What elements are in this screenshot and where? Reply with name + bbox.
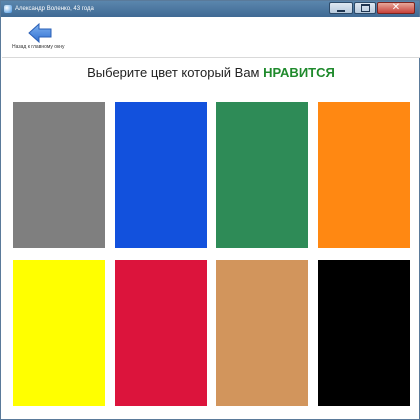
color-swatch[interactable] xyxy=(216,260,308,406)
toolbar: Назад к главному окну xyxy=(2,17,420,58)
maximize-icon xyxy=(355,3,375,13)
close-button[interactable]: ✕ xyxy=(377,2,415,14)
color-swatch[interactable] xyxy=(114,260,207,406)
page-title: Выберите цвет который Вам НРАВИТСЯ xyxy=(1,65,420,80)
back-to-main-button[interactable]: Назад к главному окну xyxy=(10,20,70,54)
color-swatch[interactable] xyxy=(216,102,308,248)
color-swatch[interactable] xyxy=(317,260,410,406)
close-icon: ✕ xyxy=(391,2,401,13)
prompt-accent: НРАВИТСЯ xyxy=(263,65,335,80)
back-button-label: Назад к главному окну xyxy=(12,44,65,50)
prompt-text: Выберите цвет который Вам xyxy=(87,65,260,80)
app-window: Александр Воленко, 43 года ✕ Назад к гла… xyxy=(0,0,420,420)
window-title: Александр Воленко, 43 года xyxy=(15,6,94,12)
minimize-button[interactable] xyxy=(329,2,353,14)
maximize-button[interactable] xyxy=(354,2,376,14)
app-icon xyxy=(4,5,12,13)
title-bar[interactable]: Александр Воленко, 43 года ✕ xyxy=(1,1,419,17)
color-grid xyxy=(13,102,410,406)
color-swatch[interactable] xyxy=(13,260,105,406)
window-controls: ✕ xyxy=(329,2,415,15)
color-swatch[interactable] xyxy=(317,102,410,248)
color-swatch[interactable] xyxy=(13,102,105,248)
minimize-icon xyxy=(330,3,352,13)
back-arrow-icon xyxy=(28,22,52,44)
color-swatch[interactable] xyxy=(114,102,207,248)
